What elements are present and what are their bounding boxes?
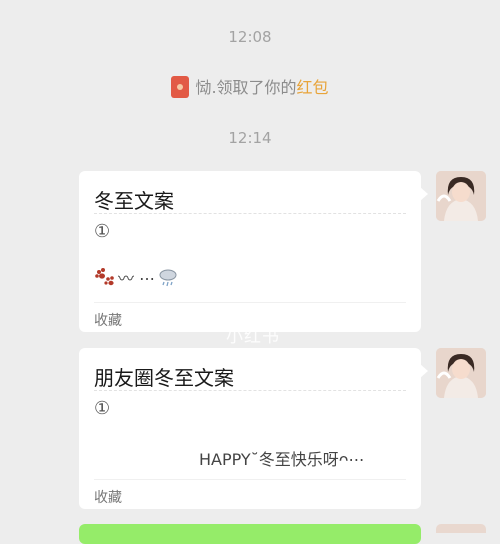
red-packet-link[interactable]: 红包 xyxy=(297,78,329,97)
card-title: 朋友圈冬至文案 xyxy=(94,366,234,390)
card-title: 冬至文案 xyxy=(94,189,174,213)
card-content-text: HAPPY˘冬至快乐呀ᴖ⋯ xyxy=(199,450,365,469)
card-footer: 收藏 xyxy=(94,490,122,506)
watermark-text: 小红书 xyxy=(226,327,280,347)
sent-message-bubble[interactable] xyxy=(79,524,421,544)
card-content-text: 〰 ⋯ xyxy=(118,269,156,288)
avatar-image xyxy=(436,171,486,221)
system-message-text: 恸.领取了你的 xyxy=(195,78,297,97)
card-number: ① xyxy=(94,221,111,242)
cloud-rain-icon xyxy=(159,269,177,287)
card-number: ① xyxy=(94,398,111,419)
avatar[interactable] xyxy=(436,348,486,398)
paw-icon xyxy=(95,268,114,286)
favorite-message-card[interactable]: 冬至文案 ① 〰 ⋯ 收藏 xyxy=(79,171,428,332)
avatar-image xyxy=(436,348,486,398)
avatar[interactable] xyxy=(436,171,486,221)
avatar[interactable] xyxy=(436,524,486,533)
system-message: 恸.领取了你的红包 xyxy=(0,74,500,98)
favorite-message-card[interactable]: 朋友圈冬至文案 ① HAPPY˘冬至快乐呀ᴖ⋯ 收藏 xyxy=(79,348,428,509)
card-content: 〰 ⋯ xyxy=(94,265,179,289)
timestamp: 12:08 xyxy=(228,28,272,46)
red-packet-icon xyxy=(171,76,190,98)
timestamp: 12:14 xyxy=(228,129,272,147)
card-footer: 收藏 xyxy=(94,313,122,329)
